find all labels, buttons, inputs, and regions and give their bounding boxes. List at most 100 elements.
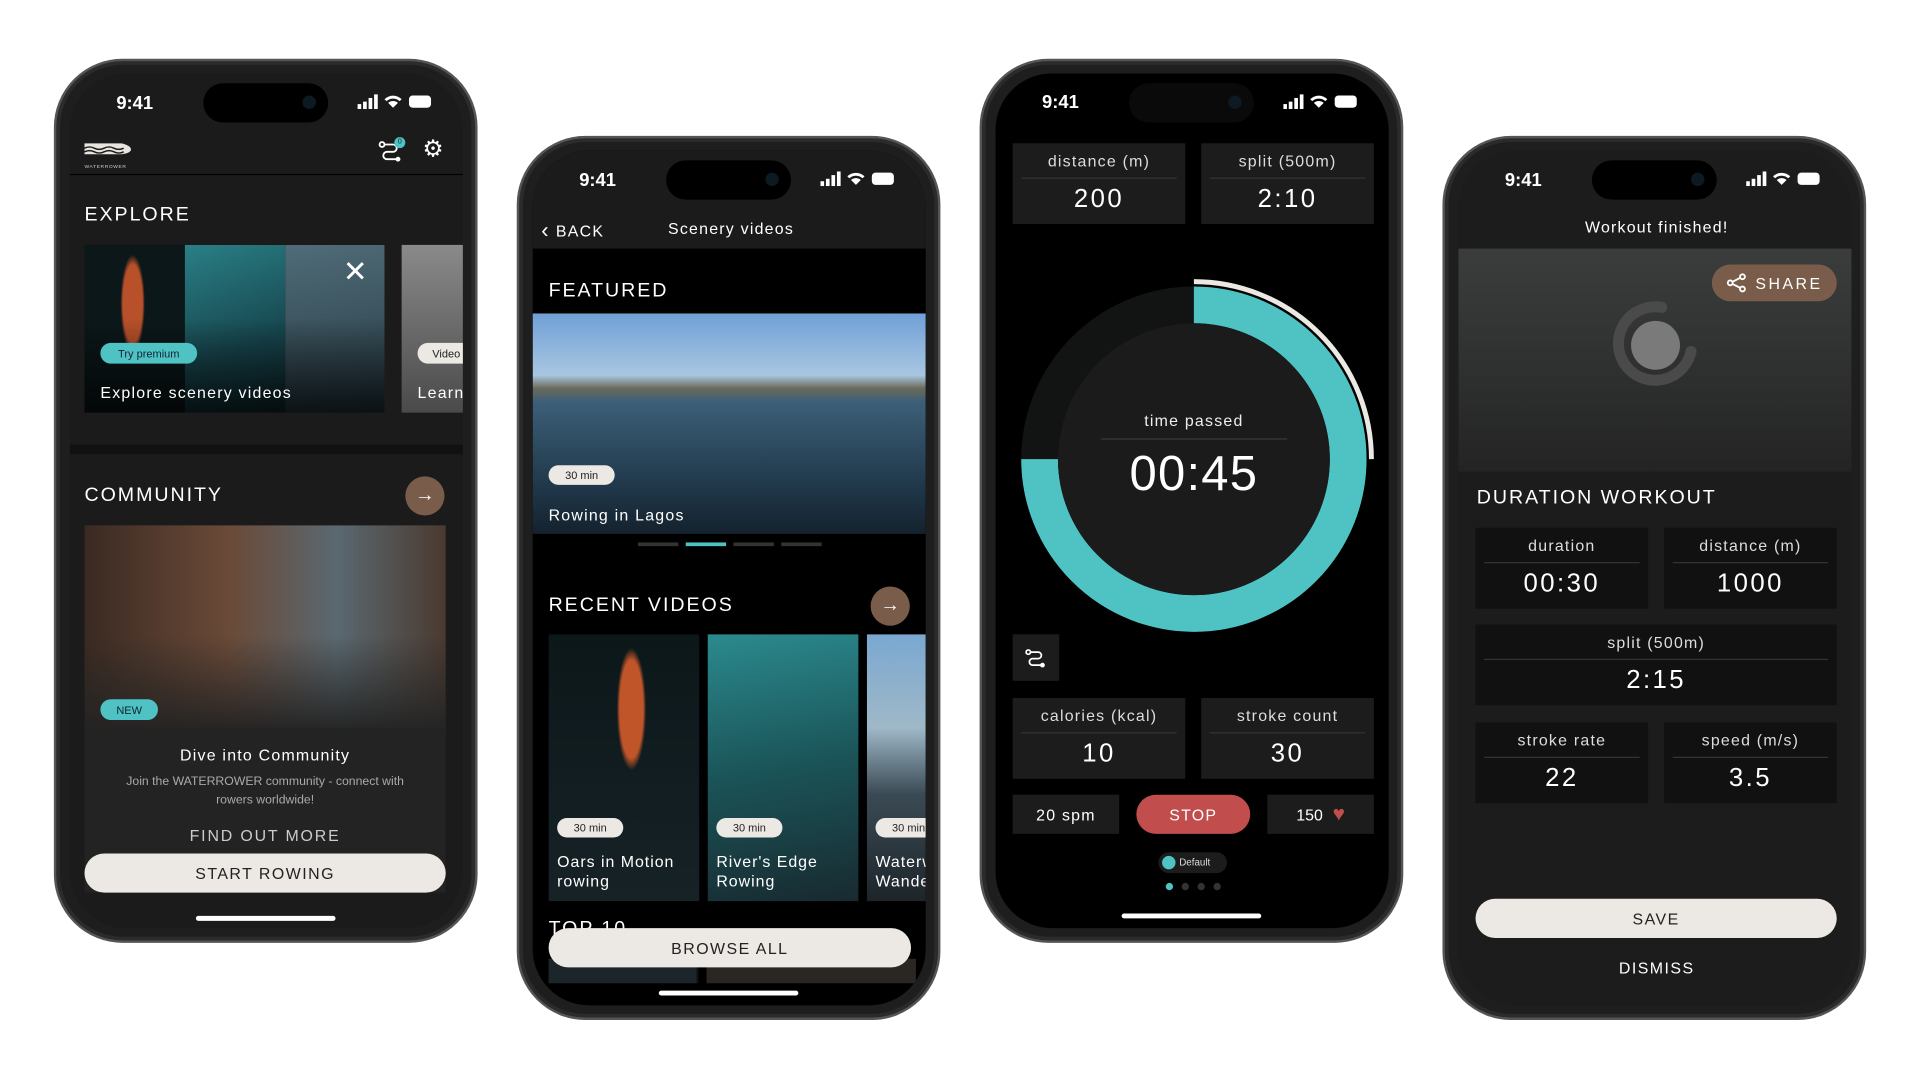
route-button[interactable]: [1012, 634, 1060, 681]
new-badge: NEW: [100, 699, 158, 721]
video-card[interactable]: 30 min Waterway Wanderer: [866, 634, 926, 902]
explore-card-title: Explore scenery videos: [100, 383, 292, 402]
video-card[interactable]: 30 min Oars in Motion rowing: [548, 634, 700, 902]
arrow-right-icon: →: [415, 484, 435, 506]
home-indicator: [195, 915, 336, 921]
split-tile: split (500m) 2:10: [1201, 143, 1374, 225]
duration-badge: 30 min: [875, 817, 926, 838]
header-divider: [69, 173, 463, 176]
time-passed-value: 00:45: [1129, 446, 1259, 501]
calories-tile: calories (kcal) 10: [1012, 697, 1186, 779]
video-title: River's Edge Rowing: [716, 852, 818, 891]
route-icon: [1025, 649, 1045, 668]
finished-screen: 9:41 Workout finished! SHARE DURATION WO…: [1458, 150, 1852, 1006]
community-title: COMMUNITY: [84, 484, 223, 506]
find-out-more-link[interactable]: FIND OUT MORE: [84, 827, 445, 845]
nav-title: Scenery videos: [668, 219, 795, 238]
waterrower-mark-icon: [1612, 301, 1697, 386]
recent-videos-arrow-button[interactable]: →: [870, 586, 910, 626]
page-dot[interactable]: [1181, 882, 1189, 891]
route-button[interactable]: 0: [378, 137, 406, 168]
time-passed-label: time passed: [1144, 411, 1244, 430]
phone-home: 9:41 WATERROWER 0 ⚙ EXPLORE ✕ Try premiu…: [53, 58, 478, 943]
duration-badge: 30 min: [716, 817, 783, 838]
distance-tile: distance (m) 1000: [1664, 527, 1837, 609]
waterrower-logo[interactable]: WATERROWER: [84, 141, 133, 169]
mode-selector[interactable]: Default: [1158, 852, 1227, 874]
status-time: 9:41: [1504, 170, 1542, 192]
duration-badge: 30 min: [557, 817, 624, 838]
explore-card-2[interactable]: Video Learn: [401, 244, 463, 413]
explore-title: EXPLORE: [84, 204, 191, 226]
mode-color-icon: [1162, 855, 1176, 870]
gear-icon[interactable]: ⚙: [422, 138, 443, 161]
recent-videos-list: 30 min Oars in Motion rowing 30 min Rive…: [548, 634, 926, 902]
phone-finished: 9:41 Workout finished! SHARE DURATION WO…: [1442, 135, 1867, 1021]
premium-badge: Try premium: [100, 342, 198, 364]
workout-screen: 9:41 distance (m) 200 split (500m) 2:10 ti…: [995, 73, 1389, 929]
distance-tile: distance (m) 200: [1012, 143, 1186, 225]
close-icon[interactable]: ✕: [343, 255, 368, 291]
scenery-screen: 9:41 ‹ BACK Scenery videos FEATURED 30 mi…: [532, 150, 926, 1006]
home-screen: 9:41 WATERROWER 0 ⚙ EXPLORE ✕ Try premiu…: [69, 73, 463, 929]
status-icons: [1283, 94, 1357, 109]
featured-video-title: Rowing in Lagos: [548, 505, 685, 525]
home-indicator: [1121, 913, 1262, 919]
community-card[interactable]: NEW Dive into Community Join the WATERRO…: [84, 525, 446, 893]
route-badge: 0: [394, 137, 406, 149]
stop-button[interactable]: STOP: [1136, 794, 1251, 834]
stroke-count-tile: stroke count 30: [1201, 697, 1374, 779]
duration-tile: duration 00:30: [1475, 527, 1649, 609]
start-rowing-button[interactable]: START ROWING: [84, 853, 446, 893]
video-title: Oars in Motion rowing: [557, 852, 675, 891]
community-arrow-button[interactable]: →: [405, 476, 445, 516]
explore-card-2-title: Learn: [417, 383, 463, 402]
status-time: 9:41: [579, 170, 616, 192]
phone-workout: 9:41 distance (m) 200 split (500m) 2:10 ti…: [979, 58, 1404, 943]
status-time: 9:41: [116, 93, 154, 114]
arrow-right-icon: →: [880, 595, 901, 616]
dynamic-island: [1128, 83, 1254, 123]
video-card[interactable]: 30 min River's Edge Rowing: [707, 634, 859, 902]
status-icons: [357, 94, 432, 109]
featured-title: FEATURED: [548, 280, 669, 302]
duration-badge: 30 min: [548, 465, 615, 485]
workout-hero: SHARE: [1458, 248, 1852, 472]
page-dot[interactable]: [1197, 882, 1205, 891]
home-indicator: [658, 990, 799, 996]
split-tile: split (500m) 2:15: [1475, 624, 1837, 706]
carousel-indicator: [637, 542, 822, 547]
share-button[interactable]: SHARE: [1711, 264, 1837, 302]
speed-tile: speed (m/s) 3.5: [1664, 722, 1837, 804]
page-dot[interactable]: [1165, 882, 1174, 891]
video-badge: Video: [417, 342, 463, 364]
carousel-dot[interactable]: [781, 542, 822, 547]
recent-videos-title: RECENT VIDEOS: [548, 595, 734, 616]
heart-rate-readout: 150 ♥: [1267, 794, 1374, 834]
carousel-dot[interactable]: [637, 542, 679, 547]
section-title: DURATION WORKOUT: [1476, 487, 1717, 509]
dynamic-island: [1591, 160, 1717, 200]
page-dot[interactable]: [1213, 882, 1221, 891]
save-button[interactable]: SAVE: [1475, 898, 1837, 938]
page-indicator[interactable]: [1165, 882, 1221, 891]
phone-scenery: 9:41 ‹ BACK Scenery videos FEATURED 30 mi…: [516, 135, 941, 1021]
community-card-description: Join the WATERROWER community - connect …: [126, 775, 404, 807]
carousel-dot[interactable]: [685, 542, 727, 547]
stroke-rate-readout: 20 spm: [1012, 794, 1120, 834]
featured-video[interactable]: 30 min Rowing in Lagos: [532, 313, 926, 534]
share-icon: [1726, 273, 1746, 293]
stroke-rate-tile: stroke rate 22: [1475, 722, 1649, 804]
finished-title: Workout finished!: [1584, 217, 1729, 237]
status-time: 9:41: [1042, 91, 1079, 113]
video-title: Waterway Wanderer: [875, 852, 926, 891]
heart-icon: ♥: [1332, 802, 1345, 826]
dynamic-island: [666, 160, 792, 200]
dynamic-island: [203, 83, 329, 123]
community-card-title: Dive into Community: [180, 745, 351, 765]
explore-card[interactable]: ✕ Try premium Explore scenery videos: [84, 244, 385, 413]
carousel-dot[interactable]: [733, 542, 774, 547]
dismiss-button[interactable]: DISMISS: [1458, 959, 1851, 977]
status-icons: [820, 171, 894, 187]
browse-all-button[interactable]: BROWSE ALL: [548, 928, 912, 968]
